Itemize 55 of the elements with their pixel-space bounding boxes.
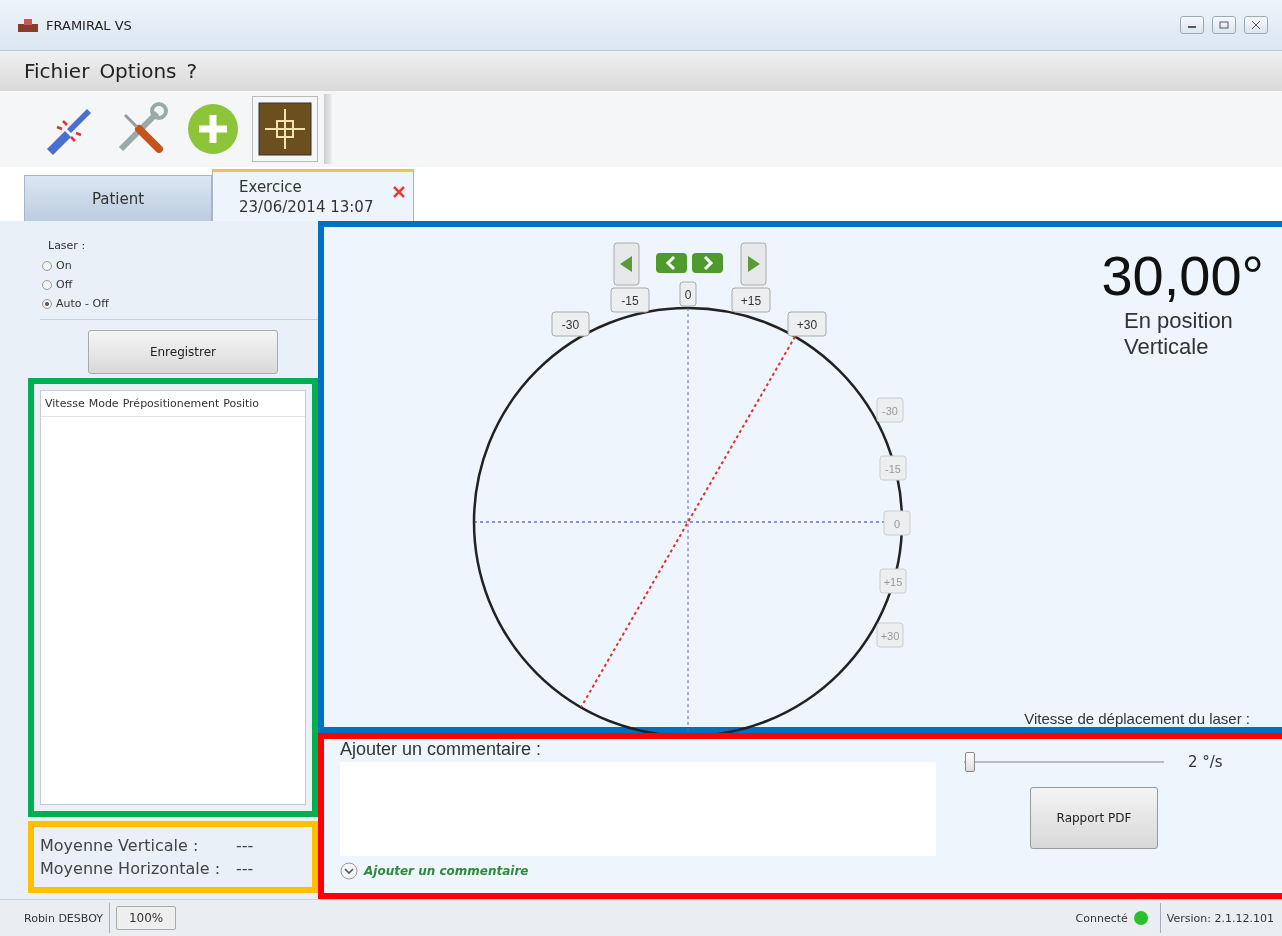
menu-item[interactable]: Options	[99, 59, 177, 83]
crosshair-button[interactable]	[252, 96, 318, 162]
close-icon[interactable]	[393, 186, 405, 198]
slider-thumb[interactable]	[965, 752, 975, 772]
tab[interactable]: Exercice 23/06/2014 13:07	[212, 169, 414, 221]
radio-dot[interactable]	[42, 298, 52, 309]
angle-button[interactable]: -15	[610, 287, 650, 313]
menu-item[interactable]: ?	[186, 59, 198, 83]
toolbar-grip	[324, 94, 332, 164]
speed-label: Vitesse de déplacement du laser :	[1024, 710, 1250, 727]
angle-button[interactable]: 0	[679, 281, 697, 307]
version-label: Version: 2.1.12.101	[1166, 911, 1274, 925]
chevron-right-button[interactable]	[692, 253, 723, 273]
average-label: Moyenne Verticale :	[40, 836, 200, 855]
right-arrow-button[interactable]	[740, 242, 767, 286]
speed-slider[interactable]	[964, 751, 1164, 773]
column-header: Prépositionement	[122, 397, 220, 410]
average-value: ---	[236, 836, 255, 855]
comment-label: Ajouter un commentaire :	[340, 739, 543, 760]
radio-dot[interactable]	[42, 260, 52, 271]
user-name: Robin DESBOY	[24, 911, 103, 925]
minimize-button[interactable]	[1180, 16, 1204, 34]
menu-item[interactable]: Fichier	[24, 59, 90, 83]
chevron-left-button[interactable]	[656, 253, 687, 273]
left-arrow-button[interactable]	[613, 242, 640, 286]
connection-status: Connecté	[1075, 911, 1128, 925]
laser-radio[interactable]: Off	[42, 275, 318, 294]
pdf-report-button[interactable]: Rapport PDF	[1030, 787, 1158, 849]
column-header: Mode	[88, 397, 119, 410]
laser-radio[interactable]: Auto - Off	[42, 294, 318, 313]
maximize-icon	[1219, 21, 1229, 29]
add-comment-expander[interactable]: Ajouter un commentaire	[340, 856, 936, 880]
zoom-button[interactable]: 100%	[115, 906, 177, 930]
position-status: En position Verticale	[1124, 308, 1234, 361]
tab-date: 23/06/2014 13:07	[239, 196, 374, 217]
angle-button[interactable]: -30	[551, 311, 590, 337]
laser-label: Laser :	[48, 239, 87, 252]
angle-button[interactable]: +30	[787, 311, 827, 337]
tab-title: Exercice	[239, 176, 302, 197]
column-header: Vitesse	[45, 397, 85, 410]
record-button[interactable]: Enregistrer	[88, 330, 278, 374]
average-value: ---	[236, 859, 255, 878]
close-button[interactable]	[1244, 16, 1268, 34]
app-icon	[18, 18, 38, 32]
laser-radio[interactable]: On	[42, 256, 318, 275]
maximize-button[interactable]	[1212, 16, 1236, 34]
close-icon	[1251, 21, 1261, 29]
window-title: FRAMIRAL VS	[46, 17, 133, 33]
tab[interactable]: Patient	[24, 175, 212, 221]
angle-reading: 30,00°	[1101, 243, 1264, 308]
average-label: Moyenne Horizontale :	[40, 859, 222, 878]
column-header: Positio	[223, 397, 260, 410]
angle-button[interactable]: +15	[731, 287, 771, 313]
radio-dot[interactable]	[42, 279, 52, 290]
speed-reading: 2 °/s	[1188, 753, 1223, 771]
